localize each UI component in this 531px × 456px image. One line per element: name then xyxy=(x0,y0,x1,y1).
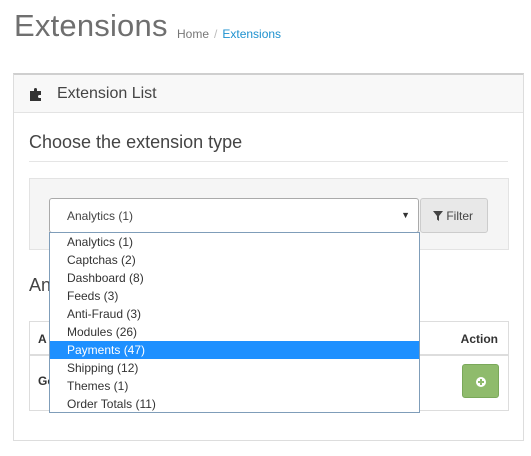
panel-heading: Extension List xyxy=(14,75,523,113)
extension-type-select[interactable]: Analytics (1) ▼ xyxy=(49,198,419,233)
dropdown-option[interactable]: Shipping (12) xyxy=(50,359,419,377)
breadcrumb-home-link[interactable]: Home xyxy=(177,27,209,41)
column-header-action: Action xyxy=(460,332,498,346)
caret-down-icon: ▼ xyxy=(401,210,410,220)
puzzle-icon xyxy=(30,88,41,101)
page-title: Extensions xyxy=(14,8,168,43)
dropdown-option[interactable]: Order Totals (11) xyxy=(50,395,419,413)
breadcrumb-current-link[interactable]: Extensions xyxy=(222,27,281,41)
dropdown-option[interactable]: Captchas (2) xyxy=(50,251,419,269)
dropdown-option-highlighted[interactable]: Payments (47) xyxy=(50,341,419,359)
breadcrumb: Home / Extensions xyxy=(177,27,281,41)
extension-type-selected-value: Analytics (1) xyxy=(67,209,134,223)
column-header-name: A xyxy=(38,332,47,346)
funnel-icon xyxy=(433,211,443,221)
filter-button[interactable]: Filter xyxy=(420,198,488,233)
dropdown-option[interactable]: Modules (26) xyxy=(50,323,419,341)
install-button[interactable] xyxy=(462,364,499,398)
dropdown-option[interactable]: Feeds (3) xyxy=(50,287,419,305)
dropdown-option[interactable]: Dashboard (8) xyxy=(50,269,419,287)
plus-circle-icon xyxy=(476,377,486,387)
panel-title: Extension List xyxy=(57,85,157,102)
dropdown-option[interactable]: Analytics (1) xyxy=(50,233,419,251)
extension-type-heading: Choose the extension type xyxy=(29,132,243,152)
dropdown-option[interactable]: Themes (1) xyxy=(50,377,419,395)
extension-type-dropdown: Analytics (1) Captchas (2) Dashboard (8)… xyxy=(49,232,420,413)
section-divider xyxy=(29,161,508,162)
filter-button-label: Filter xyxy=(446,209,474,223)
extension-list-heading: An xyxy=(29,275,52,295)
breadcrumb-separator: / xyxy=(214,27,218,41)
dropdown-option[interactable]: Anti-Fraud (3) xyxy=(50,305,419,323)
